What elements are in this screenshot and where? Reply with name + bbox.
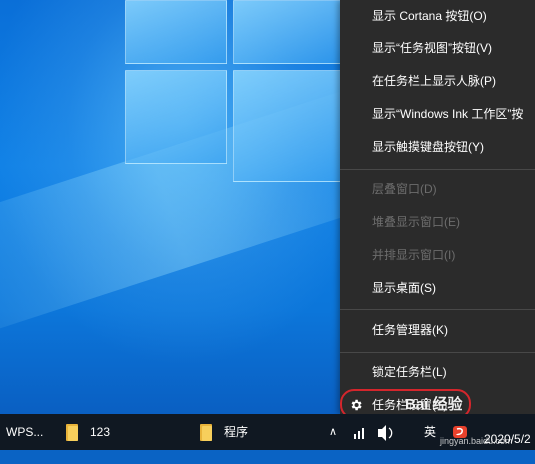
menu-item-lock-taskbar[interactable]: 锁定任务栏(L) xyxy=(340,359,535,385)
menu-item-show-task-view-button[interactable]: 显示“任务视图”按钮(V) xyxy=(340,35,535,61)
menu-item-task-manager[interactable]: 任务管理器(K) xyxy=(340,317,535,343)
ime-indicator[interactable]: 英 xyxy=(424,414,436,450)
menu-item-show-people[interactable]: 在任务栏上显示人脉(P) xyxy=(340,68,535,94)
taskbar-context-menu: 显示 Cortana 按钮(O) 显示“任务视图”按钮(V) 在任务栏上显示人脉… xyxy=(340,0,535,414)
menu-item-show-windows-ink[interactable]: 显示“Windows Ink 工作区”按 xyxy=(340,101,535,127)
tray-icons[interactable] xyxy=(350,414,410,450)
watermark-url: jingyan.baidu.com xyxy=(440,436,513,446)
taskbar-item-program[interactable]: 程序 xyxy=(200,414,280,450)
menu-separator xyxy=(340,169,535,170)
menu-item-stack-windows: 堆叠显示窗口(E) xyxy=(372,215,460,229)
watermark-text: Bai 经验 xyxy=(405,396,463,413)
folder-icon xyxy=(200,424,212,441)
menu-item-side-by-side: 并排显示窗口(I) xyxy=(372,248,456,262)
taskbar-item-label: 程序 xyxy=(224,425,249,439)
network-icon xyxy=(354,425,393,441)
menu-item-show-desktop[interactable]: 显示桌面(S) xyxy=(340,275,535,301)
baidu-jingyan-watermark: Bai 经验 xyxy=(405,393,463,414)
menu-separator xyxy=(340,352,535,353)
taskbar-item-123[interactable]: 123 xyxy=(66,414,146,450)
chevron-up-icon[interactable]: ∧ xyxy=(329,414,337,450)
menu-separator xyxy=(340,309,535,310)
windows-logo xyxy=(125,0,345,182)
menu-item-show-cortana-button[interactable]: 显示 Cortana 按钮(O) xyxy=(340,3,535,29)
taskbar-item-wps[interactable]: WPS... xyxy=(6,414,43,450)
menu-item-cascade-windows: 层叠窗口(D) xyxy=(372,182,437,196)
menu-item-show-touch-keyboard[interactable]: 显示触摸键盘按钮(Y) xyxy=(340,134,535,160)
taskbar-item-label: WPS... xyxy=(6,425,44,439)
taskbar-item-label: 123 xyxy=(90,425,111,439)
folder-icon xyxy=(66,424,78,441)
